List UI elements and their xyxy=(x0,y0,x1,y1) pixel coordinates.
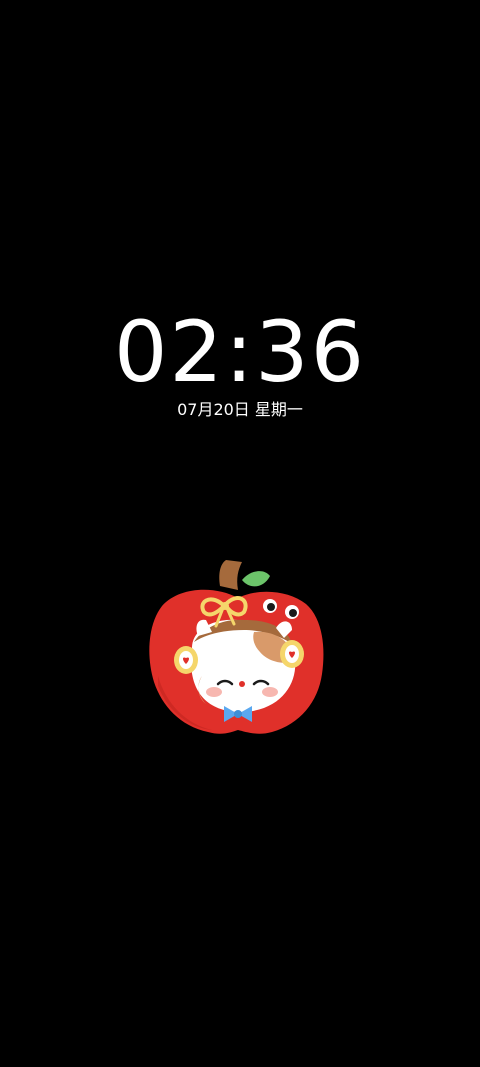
weekday-text: 星期一 xyxy=(254,400,303,419)
lockscreen-date: 07月20日 星期一 xyxy=(0,399,480,421)
date-text: 07月20日 xyxy=(177,400,250,419)
lockscreen-clock: 02:36 xyxy=(113,303,367,401)
apple-cat-sticker-icon xyxy=(146,556,330,738)
